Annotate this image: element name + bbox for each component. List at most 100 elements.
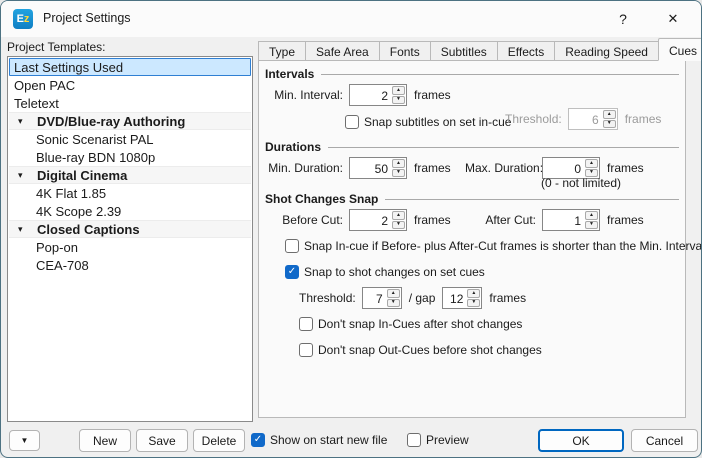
- tab-subtitles[interactable]: Subtitles: [430, 41, 498, 61]
- dont-snap-incues-checkbox-row[interactable]: ✓ Don't snap In-Cues after shot changes: [299, 315, 522, 333]
- after-cut-label: After Cut:: [485, 213, 536, 227]
- list-item-4k-flat[interactable]: 4K Flat 1.85: [9, 184, 251, 202]
- min-interval-row: Min. Interval: 2 ▲▼ frames: [267, 84, 451, 106]
- gap-input[interactable]: 12: [443, 288, 466, 308]
- delete-button[interactable]: Delete: [193, 429, 245, 452]
- list-group-closed-captions[interactable]: ▾ Closed Captions: [9, 220, 251, 238]
- show-on-start-label: Show on start new file: [270, 433, 387, 447]
- min-duration-input[interactable]: 50: [350, 158, 391, 178]
- dont-snap-outcues-checkbox[interactable]: ✓: [299, 343, 313, 357]
- list-item-open-pac[interactable]: Open PAC: [9, 76, 251, 94]
- list-item-last-settings-used[interactable]: Last Settings Used: [9, 58, 251, 76]
- cancel-button[interactable]: Cancel: [631, 429, 698, 452]
- show-on-start-checkbox-row[interactable]: ✓ Show on start new file: [251, 431, 387, 449]
- snap-on-set-incue-label: Snap subtitles on set in-cue: [364, 115, 511, 129]
- spin-up-icon[interactable]: ▲: [585, 159, 598, 168]
- spin-up-icon[interactable]: ▲: [392, 159, 405, 168]
- spin-down-icon[interactable]: ▼: [467, 299, 480, 308]
- list-item-cea-708[interactable]: CEA-708: [9, 256, 251, 274]
- save-button[interactable]: Save: [136, 429, 188, 452]
- tab-fonts[interactable]: Fonts: [379, 41, 431, 61]
- ok-button[interactable]: OK: [538, 429, 624, 452]
- unit-label: frames: [489, 291, 526, 305]
- close-button[interactable]: ✕: [651, 1, 695, 37]
- snap-on-set-incue-checkbox-row[interactable]: ✓ Snap subtitles on set in-cue: [345, 113, 511, 131]
- list-item-teletext[interactable]: Teletext: [9, 94, 251, 112]
- snap-incue-if-checkbox-row[interactable]: ✓ Snap In-cue if Before- plus After-Cut …: [285, 237, 702, 255]
- app-icon-letter-z: z: [24, 13, 30, 25]
- list-group-digital-cinema[interactable]: ▾Digital Cinema: [9, 166, 251, 184]
- max-duration-label: Max. Duration:: [465, 161, 536, 175]
- spin-down-icon[interactable]: ▼: [387, 299, 400, 308]
- tab-cues[interactable]: Cues: [658, 38, 702, 61]
- collapse-arrow-icon[interactable]: ▾: [18, 116, 30, 127]
- interval-threshold-label: Threshold:: [505, 112, 562, 126]
- after-cut-input[interactable]: 1: [543, 210, 584, 230]
- collapse-arrow-icon[interactable]: ▾: [18, 224, 30, 235]
- check-icon: ✓: [254, 435, 262, 445]
- snap-incue-if-checkbox[interactable]: ✓: [285, 239, 299, 253]
- spin-down-icon[interactable]: ▼: [392, 169, 405, 178]
- group-divider: [328, 147, 679, 148]
- list-item-bluray-bdn-1080p[interactable]: Blue-ray BDN 1080p: [9, 148, 251, 166]
- list-group-dvd-bluray[interactable]: ▾ DVD/Blue-ray Authoring: [9, 112, 251, 130]
- tab-effects[interactable]: Effects: [497, 41, 555, 61]
- list-item-4k-scope[interactable]: 4K Scope 2.39: [9, 202, 251, 220]
- list-group-label: Closed Captions: [37, 222, 140, 237]
- project-settings-dialog: Ez Project Settings ? ✕ Project Template…: [0, 0, 702, 458]
- shot-threshold-input[interactable]: 7: [363, 288, 386, 308]
- before-cut-input[interactable]: 2: [350, 210, 391, 230]
- list-item-sonic-scenarist-pal[interactable]: Sonic Scenarist PAL: [9, 130, 251, 148]
- list-item-pop-on[interactable]: Pop-on: [9, 238, 251, 256]
- spin-down-icon[interactable]: ▼: [392, 221, 405, 230]
- spin-up-icon[interactable]: ▲: [392, 86, 405, 95]
- spin-up-icon[interactable]: ▲: [467, 289, 480, 298]
- before-cut-label: Before Cut:: [267, 213, 343, 227]
- spin-down-icon[interactable]: ▼: [392, 96, 405, 105]
- tab-safe-area[interactable]: Safe Area: [305, 41, 380, 61]
- template-menu-button[interactable]: ▼: [9, 430, 40, 451]
- unit-label: frames: [607, 161, 644, 175]
- group-divider: [321, 74, 679, 75]
- tab-reading-speed[interactable]: Reading Speed: [554, 41, 659, 61]
- shot-threshold-label: Threshold:: [299, 291, 356, 305]
- after-cut-row: After Cut: 1 ▲▼ frames: [485, 209, 644, 231]
- preview-checkbox[interactable]: ✓: [407, 433, 421, 447]
- spin-up-icon[interactable]: ▲: [387, 289, 400, 298]
- template-list[interactable]: Last Settings Used Open PAC Teletext ▾ DV…: [7, 56, 253, 422]
- max-duration-input[interactable]: 0: [543, 158, 584, 178]
- dont-snap-incues-checkbox[interactable]: ✓: [299, 317, 313, 331]
- snap-to-shot-changes-checkbox[interactable]: ✓: [285, 265, 299, 279]
- before-cut-row: Before Cut: 2 ▲▼ frames: [267, 209, 451, 231]
- list-group-label: DVD/Blue-ray Authoring: [37, 114, 185, 129]
- project-templates-label: Project Templates:: [7, 40, 106, 54]
- dont-snap-outcues-label: Don't snap Out-Cues before shot changes: [318, 343, 542, 357]
- interval-threshold-input: 6: [569, 109, 602, 129]
- app-icon-letter-e: E: [17, 13, 24, 25]
- min-interval-input[interactable]: 2: [350, 85, 391, 105]
- help-button[interactable]: ?: [601, 1, 645, 37]
- tab-strip: Type Safe Area Fonts Subtitles Effects R…: [258, 38, 702, 61]
- intervals-group-header: Intervals: [265, 67, 679, 81]
- snap-incue-if-label: Snap In-cue if Before- plus After-Cut fr…: [304, 239, 702, 253]
- unit-label: frames: [607, 213, 644, 227]
- show-on-start-checkbox[interactable]: ✓: [251, 433, 265, 447]
- spin-down-icon[interactable]: ▼: [585, 221, 598, 230]
- before-cut-spinner: 2 ▲▼: [349, 209, 407, 231]
- min-interval-spinner: 2 ▲▼: [349, 84, 407, 106]
- preview-checkbox-row[interactable]: ✓ Preview: [407, 431, 469, 449]
- cues-tab-page: Intervals Min. Interval: 2 ▲▼ frames ✓ S…: [258, 60, 686, 418]
- after-cut-spinner: 1 ▲▼: [542, 209, 600, 231]
- new-button[interactable]: New: [79, 429, 131, 452]
- spin-up-icon[interactable]: ▲: [585, 211, 598, 220]
- snap-on-set-incue-checkbox[interactable]: ✓: [345, 115, 359, 129]
- min-duration-spinner: 50 ▲▼: [349, 157, 407, 179]
- tab-type[interactable]: Type: [258, 41, 306, 61]
- collapse-arrow-icon[interactable]: ▾: [18, 170, 30, 181]
- dont-snap-outcues-checkbox-row[interactable]: ✓ Don't snap Out-Cues before shot change…: [299, 341, 542, 359]
- shot-threshold-spinner: 7 ▲▼: [362, 287, 402, 309]
- min-interval-label: Min. Interval:: [267, 88, 343, 102]
- snap-to-shot-changes-checkbox-row[interactable]: ✓ Snap to shot changes on set cues: [285, 263, 485, 281]
- dont-snap-incues-label: Don't snap In-Cues after shot changes: [318, 317, 522, 331]
- spin-up-icon[interactable]: ▲: [392, 211, 405, 220]
